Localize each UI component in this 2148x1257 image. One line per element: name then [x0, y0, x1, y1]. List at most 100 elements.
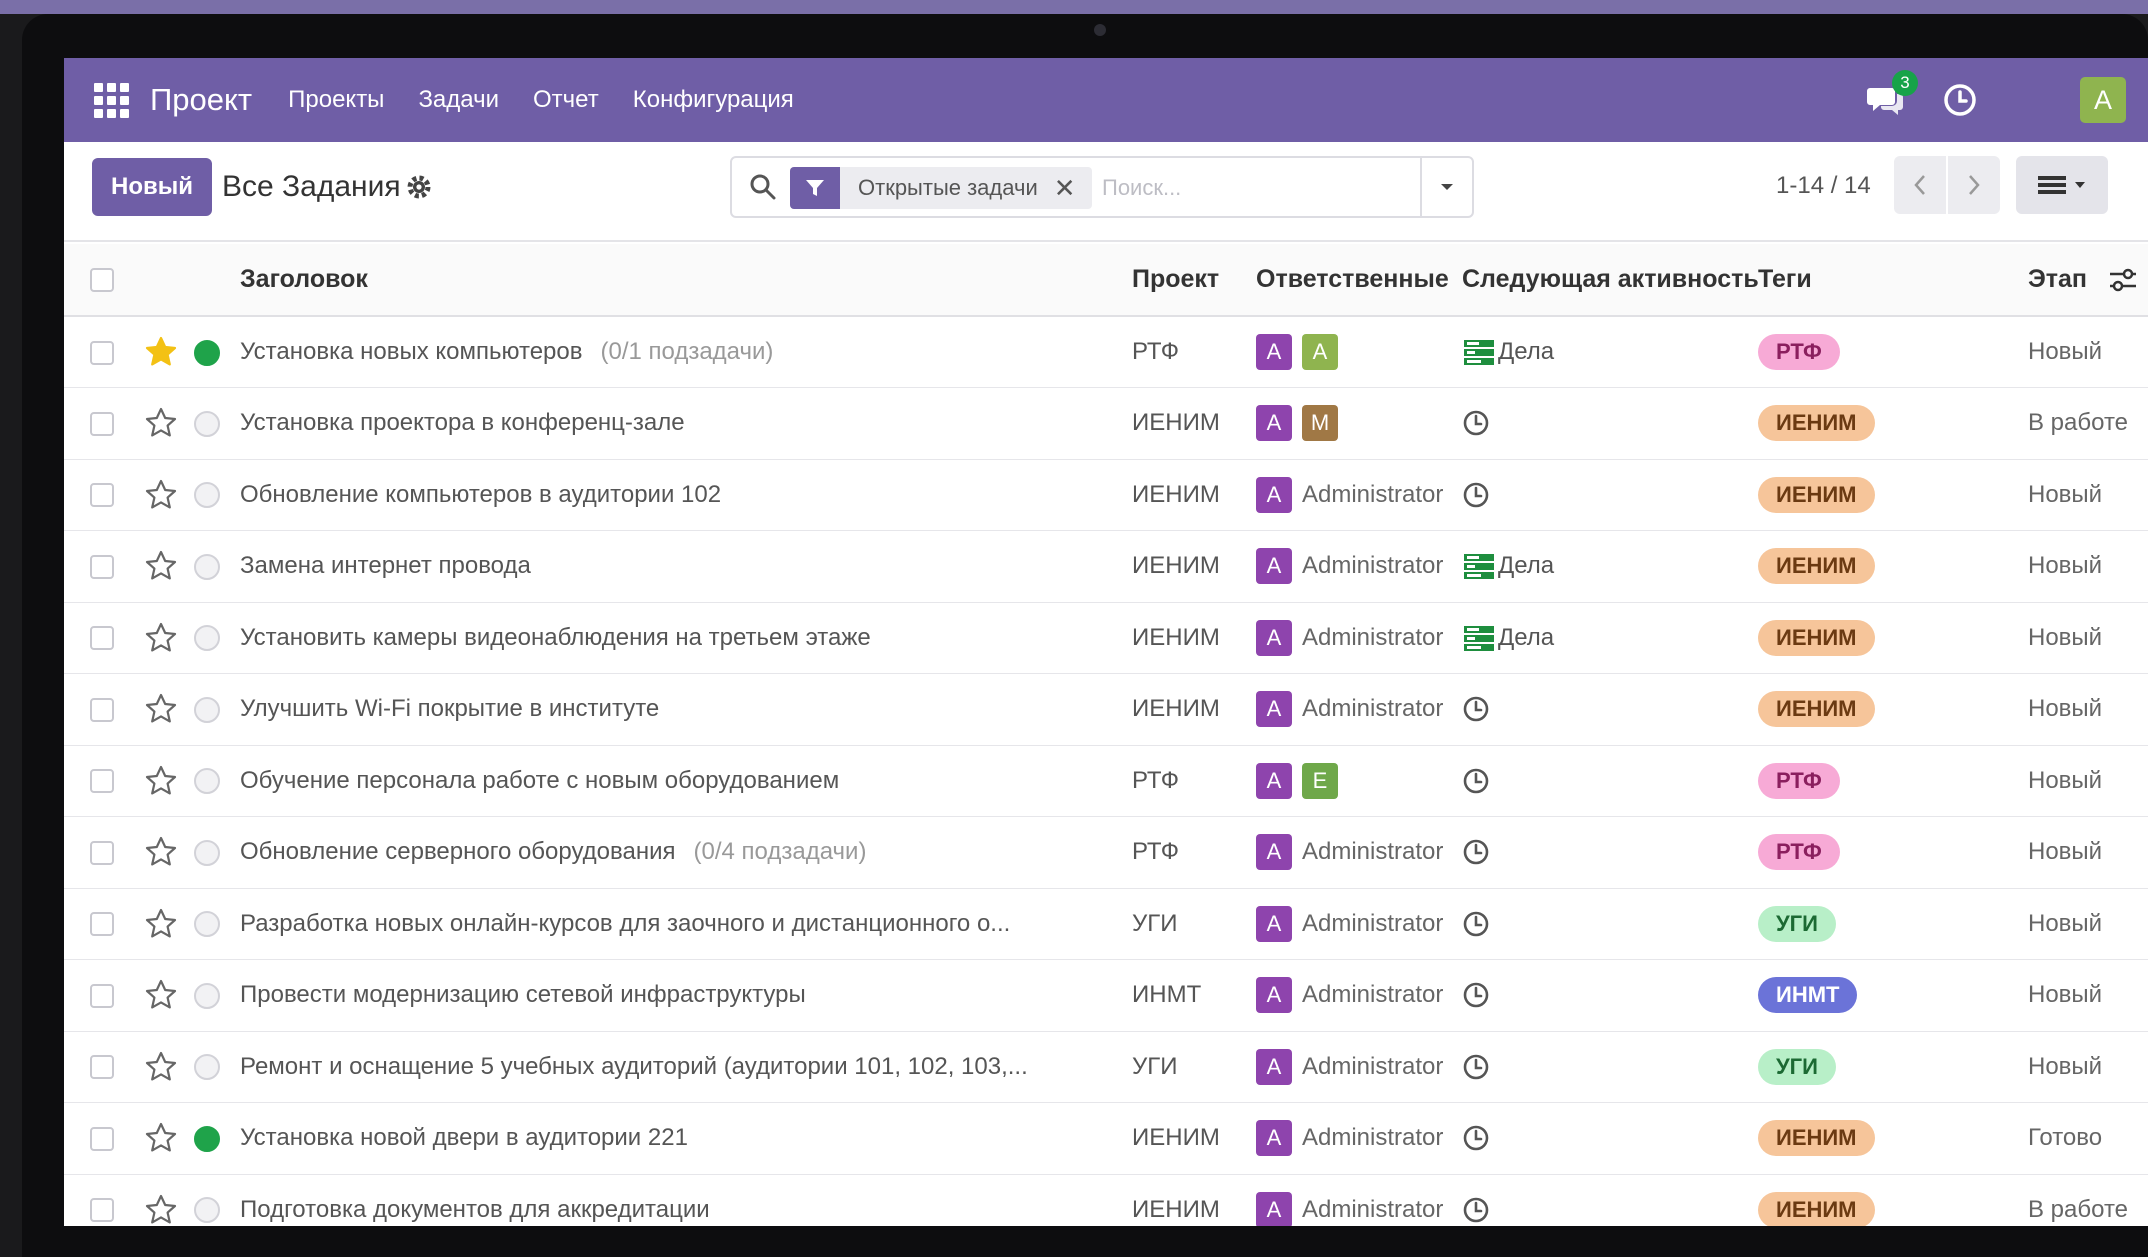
- row-checkbox[interactable]: [90, 840, 114, 865]
- task-title-cell[interactable]: Установить камеры видеонаблюдения на тре…: [240, 602, 1132, 674]
- table-row[interactable]: Замена интернет провода ИЕНИМ A Administrat…: [64, 530, 2148, 603]
- activity-clock-icon[interactable]: [1462, 907, 1496, 941]
- star-icon[interactable]: [144, 907, 178, 941]
- activity-clock-icon[interactable]: [1462, 978, 1496, 1012]
- star-icon[interactable]: [144, 1121, 178, 1155]
- tag-badge[interactable]: УГИ: [1758, 905, 1836, 942]
- avatar[interactable]: A: [1256, 619, 1292, 656]
- kanban-state[interactable]: [194, 1197, 220, 1224]
- user-avatar[interactable]: A: [2080, 77, 2126, 123]
- assignees-cell[interactable]: A Administrator: [1256, 1102, 1462, 1175]
- assignees-cell[interactable]: A Administrator: [1256, 959, 1462, 1032]
- avatar[interactable]: A: [1256, 834, 1292, 871]
- select-all-checkbox[interactable]: [90, 268, 114, 293]
- row-checkbox[interactable]: [90, 1055, 114, 1080]
- activity-clock-icon[interactable]: [1462, 1193, 1496, 1226]
- avatar[interactable]: A: [1256, 1191, 1292, 1226]
- activity-todo-icon[interactable]: [1462, 621, 1496, 655]
- star-icon[interactable]: [144, 764, 178, 798]
- activity-todo-icon[interactable]: [1462, 335, 1496, 369]
- activity-clock-icon[interactable]: [1462, 692, 1496, 726]
- column-project[interactable]: Проект: [1132, 244, 1256, 317]
- assignees-cell[interactable]: A Administrator: [1256, 673, 1462, 746]
- assignees-cell[interactable]: A Administrator: [1256, 816, 1462, 889]
- table-row[interactable]: Обновление серверного оборудования (0/4 п…: [64, 816, 2148, 889]
- chevron-right-icon[interactable]: [1948, 156, 2000, 214]
- assignees-cell[interactable]: A Administrator: [1256, 888, 1462, 960]
- activity-cell[interactable]: [1462, 387, 1758, 460]
- row-checkbox[interactable]: [90, 697, 114, 722]
- new-button[interactable]: Новый: [92, 158, 212, 216]
- task-title-cell[interactable]: Установка проектора в конференц-зале: [240, 387, 1132, 460]
- tag-badge[interactable]: ИЕНИМ: [1758, 548, 1875, 585]
- tag-badge[interactable]: ИЕНИМ: [1758, 476, 1875, 513]
- activity-cell[interactable]: [1462, 1174, 1758, 1226]
- row-checkbox[interactable]: [90, 983, 114, 1008]
- task-title-cell[interactable]: Замена интернет провода: [240, 530, 1132, 603]
- table-row[interactable]: Подготовка документов для аккредитации ИЕ…: [64, 1174, 2148, 1226]
- apps-grid-icon[interactable]: [94, 82, 130, 118]
- activity-cell[interactable]: [1462, 959, 1758, 1032]
- star-icon[interactable]: [144, 1050, 178, 1084]
- star-icon[interactable]: [144, 835, 178, 869]
- column-stage-label[interactable]: Этап: [2028, 265, 2087, 293]
- table-row[interactable]: Установка проектора в конференц-зале ИЕНИ…: [64, 387, 2148, 460]
- task-title-cell[interactable]: Ремонт и оснащение 5 учебных аудиторий (…: [240, 1031, 1132, 1103]
- kanban-state[interactable]: [194, 410, 220, 437]
- activity-clock-icon[interactable]: [1462, 1121, 1496, 1155]
- task-title-cell[interactable]: Установка новой двери в аудитории 221: [240, 1102, 1132, 1175]
- kanban-state[interactable]: [194, 696, 220, 723]
- caret-down-icon[interactable]: [1420, 158, 1472, 216]
- search-input[interactable]: [1102, 170, 1402, 206]
- tag-badge[interactable]: РТФ: [1758, 334, 1840, 370]
- avatar[interactable]: A: [1256, 762, 1292, 799]
- row-checkbox[interactable]: [90, 483, 114, 508]
- assignees-cell[interactable]: A Administrator: [1256, 1174, 1462, 1226]
- task-title-cell[interactable]: Обучение персонала работе с новым оборуд…: [240, 745, 1132, 817]
- task-title-cell[interactable]: Улучшить Wi-Fi покрытие в институте: [240, 673, 1132, 746]
- assignees-cell[interactable]: A Administrator: [1256, 1031, 1462, 1103]
- activity-cell[interactable]: [1462, 1102, 1758, 1175]
- close-icon[interactable]: ✕: [1054, 173, 1092, 204]
- kanban-state[interactable]: [194, 839, 220, 866]
- table-row[interactable]: Разработка новых онлайн-курсов для заочн…: [64, 888, 2148, 960]
- star-icon[interactable]: [144, 978, 178, 1012]
- tag-badge[interactable]: ИНМТ: [1758, 977, 1858, 1014]
- menu-item-configuration[interactable]: Конфигурация: [633, 86, 794, 114]
- activity-clock-icon[interactable]: [1462, 1050, 1496, 1084]
- kanban-state[interactable]: [194, 625, 220, 652]
- assignees-cell[interactable]: AA: [1256, 316, 1462, 388]
- table-row[interactable]: Установка новой двери в аудитории 221 ИЕН…: [64, 1102, 2148, 1175]
- activity-clock-icon[interactable]: [1462, 478, 1496, 512]
- row-checkbox[interactable]: [90, 912, 114, 937]
- task-title-cell[interactable]: Разработка новых онлайн-курсов для заочн…: [240, 888, 1132, 960]
- activity-cell[interactable]: Дела: [1462, 316, 1758, 388]
- avatar[interactable]: M: [1302, 405, 1338, 442]
- kanban-state[interactable]: [194, 1054, 220, 1081]
- gear-icon[interactable]: [404, 172, 434, 202]
- activity-cell[interactable]: [1462, 673, 1758, 746]
- kanban-state[interactable]: [194, 911, 220, 938]
- table-row[interactable]: Провести модернизацию сетевой инфраструк…: [64, 959, 2148, 1032]
- tag-badge[interactable]: ИЕНИМ: [1758, 1191, 1875, 1226]
- row-checkbox[interactable]: [90, 340, 114, 365]
- task-title-cell[interactable]: Обновление серверного оборудования (0/4 п…: [240, 816, 1132, 889]
- activity-todo-icon[interactable]: [1462, 549, 1496, 583]
- star-icon[interactable]: [144, 1193, 178, 1226]
- clock-icon[interactable]: [1940, 80, 1980, 120]
- table-row[interactable]: Установить камеры видеонаблюдения на тре…: [64, 602, 2148, 674]
- avatar[interactable]: A: [1256, 476, 1292, 513]
- activity-cell[interactable]: Дела: [1462, 530, 1758, 603]
- star-icon[interactable]: [144, 549, 178, 583]
- table-row[interactable]: Обновление компьютеров в аудитории 102 ИЕ…: [64, 459, 2148, 531]
- row-checkbox[interactable]: [90, 554, 114, 579]
- avatar[interactable]: A: [1256, 334, 1292, 370]
- avatar[interactable]: A: [1256, 905, 1292, 942]
- task-title-cell[interactable]: Обновление компьютеров в аудитории 102: [240, 459, 1132, 531]
- activity-clock-icon[interactable]: [1462, 764, 1496, 798]
- assignees-cell[interactable]: A Administrator: [1256, 602, 1462, 674]
- menu-item-projects[interactable]: Проекты: [288, 86, 384, 114]
- kanban-state[interactable]: [194, 482, 220, 509]
- avatar[interactable]: A: [1302, 334, 1338, 370]
- kanban-state[interactable]: [194, 339, 220, 366]
